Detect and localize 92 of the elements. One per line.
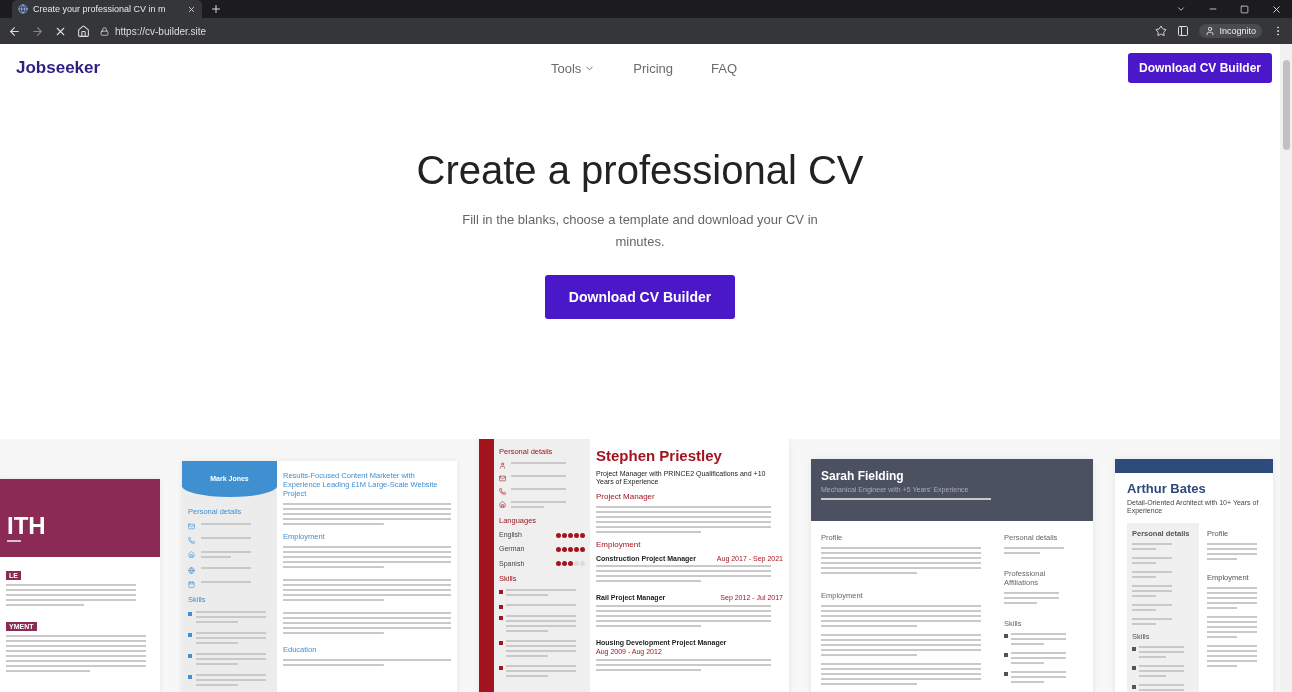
bullet-icon [188,633,192,637]
profile-button[interactable]: Incognito [1199,24,1262,38]
text-lines-drawing [506,589,576,599]
mail-icon [188,523,195,530]
text-lines-drawing [506,615,576,635]
tab-title: Create your professional CV in m [33,4,167,14]
nav-link[interactable]: FAQ [711,60,738,76]
text-lines-drawing [1139,665,1184,680]
bullet-icon [1004,672,1008,676]
bullet-icon [499,666,503,671]
site-icon [18,4,28,14]
text-lines-drawing [1011,671,1066,685]
resume-name: Sarah Fielding [821,469,905,484]
text-lines-drawing [201,567,251,571]
text-lines-drawing [511,462,566,466]
logo: Jobseeker [16,58,102,78]
house-icon [188,551,195,558]
text-lines-drawing [1132,618,1172,628]
text-lines-drawing [511,501,566,510]
text-lines-drawing [201,537,251,541]
close-icon[interactable] [187,4,196,14]
resume-name: ITH [7,511,47,541]
nav-link[interactable]: Pricing [633,60,674,76]
text-lines-drawing [1207,616,1257,641]
bullet-icon [188,654,192,658]
section-heading: Employment [596,540,642,550]
hero-title: Create a professional CV [416,148,864,193]
text-lines-drawing [1132,585,1172,600]
url-text: https://cv-builder.site [115,25,207,37]
home-icon[interactable] [77,24,90,38]
scroll-thumb[interactable] [1282,60,1290,150]
bullet-icon [499,605,503,610]
text-lines-drawing [1207,587,1257,612]
resume-name: Arthur Bates [1127,481,1207,497]
text-lines-drawing [506,604,576,609]
text-lines-drawing [1011,633,1066,647]
back-icon[interactable] [8,24,21,38]
text-lines-drawing [506,665,576,680]
phone-icon [188,537,195,544]
text-lines-drawing [196,653,266,667]
text-lines-drawing [201,551,251,560]
resume-name: Stephen Priestley [596,447,723,465]
text-lines-drawing [511,475,566,479]
text-lines-drawing [1004,592,1059,606]
text-lines-drawing [196,674,266,688]
text-lines-drawing [1132,543,1172,553]
mail-icon [499,475,506,482]
text-lines-drawing [1207,543,1257,563]
close-icon[interactable] [1271,3,1282,15]
tab-list-icon[interactable] [1176,4,1186,14]
globe-icon [188,567,195,574]
text-lines-drawing [196,632,266,646]
bullet-icon [188,612,192,616]
text-lines-drawing [1207,645,1257,670]
text-lines-drawing [1004,547,1064,556]
bullet-icon [1004,653,1008,657]
bullet-icon [1132,685,1136,690]
person-icon [499,462,506,469]
side-panel-icon[interactable] [1177,25,1190,37]
section-heading: Project Manager [596,491,656,502]
bullet-icon [499,641,503,646]
forward-icon[interactable] [31,24,44,38]
bullet-icon [499,590,503,595]
bullet-icon [499,616,503,621]
bullet-icon [1132,666,1136,671]
text-lines-drawing [196,611,266,625]
person-icon [1205,26,1216,36]
text-lines-drawing [201,581,251,585]
restore-icon[interactable] [1240,4,1249,14]
text-lines-drawing [1139,646,1184,661]
download-button[interactable]: Download CV Builder [544,275,736,319]
lock-icon [100,26,109,36]
hero-subtitle: Fill in the blanks, choose a template and download your CV in minutes. [461,211,819,251]
bullet-icon [1132,647,1136,652]
text-lines-drawing [1132,604,1172,614]
address-field[interactable]: https://cv-builder.site [100,25,1146,37]
bullet-icon [188,675,192,679]
text-lines-drawing [1132,571,1172,581]
text-lines-drawing [511,488,566,492]
text-lines-drawing [201,523,251,527]
calendar-icon [188,581,195,588]
text-lines-drawing [1011,652,1066,666]
house-icon [499,501,506,508]
nav-link[interactable]: Tools [550,60,596,76]
phone-icon [499,488,506,495]
text-lines-drawing [506,640,576,660]
bullet-icon [1004,634,1008,638]
download-button[interactable]: Download CV Builder [1128,53,1272,83]
browser-tab[interactable]: Create your professional CV in m [12,0,202,18]
new-tab-icon[interactable] [210,3,222,15]
text-lines-drawing [1132,557,1172,567]
bookmark-icon[interactable] [1155,25,1168,37]
